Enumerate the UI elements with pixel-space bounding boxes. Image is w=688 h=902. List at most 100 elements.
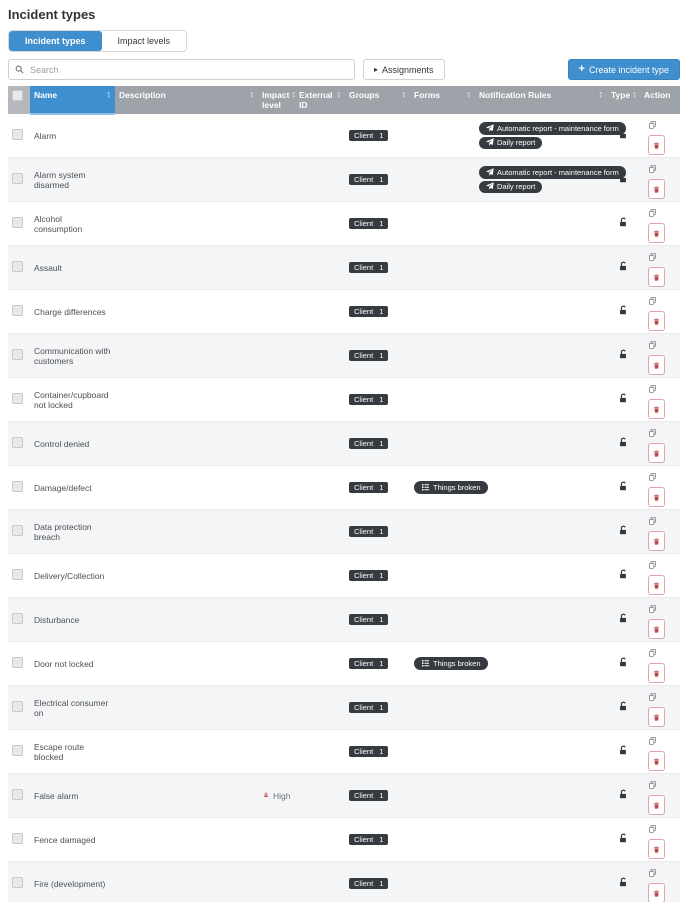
- column-header-description[interactable]: Description▲▼: [115, 86, 258, 114]
- delete-button[interactable]: [648, 355, 665, 375]
- notification-rules-cell: [475, 246, 607, 290]
- copy-button[interactable]: [644, 556, 661, 575]
- select-all-checkbox[interactable]: [12, 90, 23, 101]
- unlock-icon[interactable]: [618, 396, 629, 406]
- row-checkbox[interactable]: [12, 393, 23, 404]
- unlock-icon[interactable]: [618, 176, 629, 186]
- unlock-icon[interactable]: [618, 440, 629, 450]
- notification-rules-cell: Automatic report - maintenance formDaily…: [475, 114, 607, 158]
- unlock-icon[interactable]: [618, 352, 629, 362]
- copy-button[interactable]: [644, 336, 661, 355]
- row-checkbox[interactable]: [12, 613, 23, 624]
- copy-button[interactable]: [644, 292, 661, 311]
- copy-button[interactable]: [644, 600, 661, 619]
- delete-button[interactable]: [648, 135, 665, 155]
- unlock-icon[interactable]: [618, 880, 629, 890]
- delete-button[interactable]: [648, 223, 665, 243]
- unlock-icon[interactable]: [618, 748, 629, 758]
- unlock-icon[interactable]: [618, 484, 629, 494]
- delete-button[interactable]: [648, 839, 665, 859]
- delete-button[interactable]: [648, 883, 665, 902]
- copy-button[interactable]: [644, 512, 661, 531]
- row-checkbox[interactable]: [12, 173, 23, 184]
- column-header-external-id[interactable]: External ID▲▼: [295, 86, 345, 114]
- unlock-icon[interactable]: [618, 132, 629, 142]
- unlock-icon[interactable]: [618, 704, 629, 714]
- row-checkbox[interactable]: [12, 525, 23, 536]
- sort-icon: ▲▼: [402, 91, 406, 100]
- delete-button[interactable]: [648, 619, 665, 639]
- copy-button[interactable]: [644, 248, 661, 267]
- copy-button[interactable]: [644, 644, 661, 663]
- checkbox-cell: [8, 774, 30, 818]
- row-checkbox[interactable]: [12, 701, 23, 712]
- tab-impact-levels[interactable]: Impact levels: [102, 31, 187, 51]
- create-incident-type-button[interactable]: + Create incident type: [568, 59, 680, 80]
- column-label: Type: [611, 90, 630, 100]
- delete-button[interactable]: [648, 311, 665, 331]
- column-header-impact-level[interactable]: Impact level▲▼: [258, 86, 295, 114]
- delete-button[interactable]: [648, 663, 665, 683]
- row-checkbox[interactable]: [12, 129, 23, 140]
- delete-button[interactable]: [648, 575, 665, 595]
- copy-button[interactable]: [644, 732, 661, 751]
- row-checkbox[interactable]: [12, 657, 23, 668]
- type-cell: [607, 686, 640, 730]
- row-checkbox[interactable]: [12, 437, 23, 448]
- unlock-icon[interactable]: [618, 616, 629, 626]
- row-checkbox[interactable]: [12, 349, 23, 360]
- delete-button[interactable]: [648, 751, 665, 771]
- unlock-icon[interactable]: [618, 660, 629, 670]
- delete-button[interactable]: [648, 707, 665, 727]
- row-checkbox[interactable]: [12, 261, 23, 272]
- trash-icon: [653, 534, 660, 549]
- notification-rules-cell: [475, 598, 607, 642]
- assignments-button[interactable]: ▸ Assignments: [363, 59, 445, 80]
- column-header-groups[interactable]: Groups▲▼: [345, 86, 410, 114]
- column-header-notification-rules[interactable]: Notification Rules▲▼: [475, 86, 607, 114]
- unlock-icon[interactable]: [618, 836, 629, 846]
- delete-button[interactable]: [648, 179, 665, 199]
- copy-button[interactable]: [644, 468, 661, 487]
- column-header-type[interactable]: Type▲▼: [607, 86, 640, 114]
- row-checkbox[interactable]: [12, 305, 23, 316]
- row-checkbox[interactable]: [12, 481, 23, 492]
- external-id-cell: [295, 510, 345, 554]
- row-checkbox[interactable]: [12, 833, 23, 844]
- delete-button[interactable]: [648, 443, 665, 463]
- delete-button[interactable]: [648, 795, 665, 815]
- row-checkbox[interactable]: [12, 217, 23, 228]
- copy-button[interactable]: [644, 820, 661, 839]
- copy-button[interactable]: [644, 380, 661, 399]
- tab-incident-types[interactable]: Incident types: [9, 31, 102, 51]
- send-icon: [486, 124, 494, 134]
- row-checkbox[interactable]: [12, 745, 23, 756]
- copy-button[interactable]: [644, 160, 661, 179]
- copy-button[interactable]: [644, 776, 661, 795]
- row-checkbox[interactable]: [12, 569, 23, 580]
- column-header-forms[interactable]: Forms▲▼: [410, 86, 475, 114]
- search-box[interactable]: [8, 59, 355, 80]
- row-checkbox[interactable]: [12, 877, 23, 888]
- checkbox-cell: [8, 862, 30, 902]
- unlock-icon[interactable]: [618, 308, 629, 318]
- unlock-icon[interactable]: [618, 792, 629, 802]
- search-input[interactable]: [28, 64, 348, 76]
- copy-button[interactable]: [644, 424, 661, 443]
- unlock-icon[interactable]: [618, 572, 629, 582]
- group-badge: Client1: [349, 790, 388, 801]
- copy-button[interactable]: [644, 864, 661, 883]
- delete-button[interactable]: [648, 267, 665, 287]
- row-checkbox[interactable]: [12, 789, 23, 800]
- unlock-icon[interactable]: [618, 264, 629, 274]
- delete-button[interactable]: [648, 487, 665, 507]
- column-header-name[interactable]: Name▲▼: [30, 86, 115, 114]
- copy-button[interactable]: [644, 204, 661, 223]
- unlock-icon[interactable]: [618, 220, 629, 230]
- copy-button[interactable]: [644, 688, 661, 707]
- table-row: Alcohol consumptionClient1: [8, 202, 680, 246]
- delete-button[interactable]: [648, 531, 665, 551]
- copy-button[interactable]: [644, 116, 661, 135]
- unlock-icon[interactable]: [618, 528, 629, 538]
- delete-button[interactable]: [648, 399, 665, 419]
